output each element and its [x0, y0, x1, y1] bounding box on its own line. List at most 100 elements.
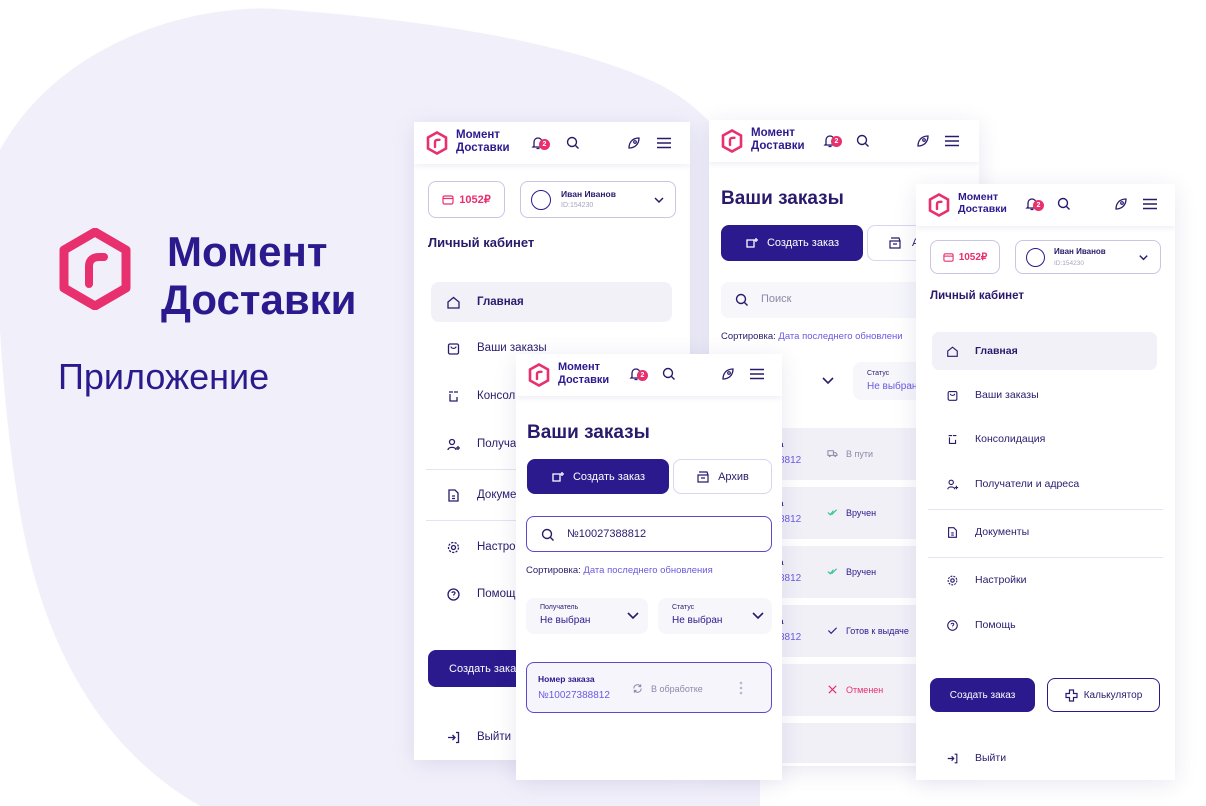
cabinet-title: Личный кабинет	[930, 290, 1024, 302]
menu-icon[interactable]	[944, 133, 960, 149]
archive-icon	[697, 470, 709, 483]
menu-icon[interactable]	[656, 135, 672, 151]
menu-icon[interactable]	[749, 366, 765, 382]
notification-badge: 2	[1033, 200, 1044, 211]
nav-label: Консолидация	[975, 433, 1046, 445]
logout-label: Выйти	[477, 731, 512, 743]
sort-value-link[interactable]: Дата последнего обновления	[583, 565, 712, 576]
nav-item-documents[interactable]: Докуме	[446, 475, 516, 515]
order-row-status: Вручен	[827, 566, 876, 577]
stage: Момент Доставки Приложение Момент Достав…	[0, 0, 1206, 806]
nav-label-home: Главная	[477, 296, 524, 308]
nav-item-5[interactable]: Настройки	[946, 561, 1027, 599]
check-icon	[827, 627, 838, 635]
logout-icon	[947, 753, 958, 763]
logo-text: Момент Доставки	[456, 129, 510, 154]
create-order-button[interactable]: Создать заказ	[527, 459, 669, 494]
nav-label: Документы	[975, 526, 1030, 538]
search-icon[interactable]	[565, 135, 581, 151]
nav-item-1[interactable]: Ваши заказы	[946, 376, 1039, 414]
rocket-icon[interactable]	[626, 135, 642, 151]
balance-button[interactable]: 1052₽	[930, 240, 1000, 274]
user-dropdown[interactable]: Иван Иванов ID:154230	[520, 181, 676, 218]
topbar: Момент Доставки 2	[516, 354, 782, 396]
logo-text: Момент Доставки	[751, 127, 805, 152]
home-icon	[947, 345, 958, 357]
user-dropdown[interactable]: Иван Иванов ID:154230	[1015, 240, 1161, 274]
order-card[interactable]: Номер заказа №10027388812 В обработке	[526, 662, 772, 713]
nav-item-3[interactable]: Получатели и адреса	[946, 465, 1079, 503]
wallet-icon	[943, 252, 954, 262]
nav-item-6[interactable]: Помощь	[946, 606, 1016, 644]
chevron-down-icon	[654, 197, 664, 204]
sort-caption: Сортировка:	[526, 565, 581, 576]
more-vertical-icon[interactable]	[733, 680, 749, 696]
nav-item-home[interactable]: Главная	[446, 282, 524, 322]
search-icon[interactable]	[661, 366, 677, 382]
bag-icon	[947, 390, 958, 401]
topbar: Момент Доставки 2	[414, 122, 690, 164]
user-name: Иван Иванов	[561, 189, 616, 199]
nav-item-0[interactable]: Главная	[946, 332, 1018, 370]
refresh-icon	[633, 684, 642, 693]
logo-icon	[928, 193, 950, 217]
brand-name: Момент Доставки	[161, 228, 356, 324]
sort-label: Сортировка: Дата последнего обновления	[526, 565, 713, 576]
logo-icon	[721, 129, 743, 153]
order-row-status-label: Отменен	[846, 684, 884, 695]
user-name: Иван Иванов	[1054, 247, 1106, 256]
rocket-icon[interactable]	[1113, 196, 1129, 212]
page-title: Ваши заказы	[721, 188, 844, 209]
recipient-filter-label: Получатель	[540, 604, 579, 611]
logout-button[interactable]: Выйти	[446, 717, 511, 757]
order-row-number: 8812	[779, 514, 802, 525]
rocket-icon[interactable]	[720, 366, 736, 382]
chevron-down-icon[interactable]	[820, 373, 836, 389]
bag-icon	[447, 342, 460, 355]
status-filter-value: Не выбран	[672, 615, 723, 626]
brand-name-line2: Доставки	[161, 276, 357, 323]
rocket-icon[interactable]	[915, 133, 931, 149]
brand-name-line1: Момент	[167, 228, 328, 275]
order-row-status-label: Вручен	[846, 507, 877, 518]
nav-label: Получатели и адреса	[975, 478, 1080, 490]
search-icon[interactable]	[855, 133, 871, 149]
nav-label: Главная	[975, 345, 1018, 357]
calculator-label: Калькулятор	[1083, 689, 1143, 701]
calculator-button[interactable]: Калькулятор	[1047, 678, 1160, 712]
logout-button[interactable]: Выйти	[946, 739, 1006, 777]
order-row-status: Отменен	[827, 684, 883, 695]
chevron-down-icon	[627, 612, 639, 620]
nav-item-help[interactable]: Помощ	[446, 574, 515, 614]
balance-button[interactable]: 1052₽	[428, 181, 505, 218]
search-icon[interactable]	[1056, 196, 1072, 212]
help-icon	[447, 587, 460, 601]
balance-value: 1052₽	[459, 194, 491, 206]
logout-icon	[448, 731, 460, 743]
nav-item-4[interactable]: Документы	[946, 513, 1029, 551]
brand-logo-icon	[59, 228, 131, 310]
recipient-filter[interactable]: Получатель Не выбран	[526, 598, 648, 634]
status-filter[interactable]: Статус Не выбран	[658, 598, 772, 634]
nav-item-recipients[interactable]: Получа	[446, 424, 516, 464]
nav-item-settings[interactable]: Настро	[446, 527, 516, 567]
menu-icon[interactable]	[1142, 196, 1158, 212]
logo-icon	[426, 131, 448, 155]
create-order-label: Создать заказ	[572, 470, 646, 483]
document-icon	[448, 488, 459, 502]
create-order-button[interactable]: Создать заказ	[930, 678, 1035, 712]
nav-item-consolidation[interactable]: Консол	[446, 376, 515, 416]
nav-item-2[interactable]: Консолидация	[946, 420, 1045, 458]
user-plus-icon	[447, 438, 460, 450]
nav-label: Ваши заказы	[975, 389, 1039, 401]
sort-value-link[interactable]: Дата последнего обновлени	[778, 331, 902, 342]
order-row-status: В пути	[827, 448, 873, 459]
logo-text: Момент Доставки	[558, 361, 610, 386]
close-icon	[828, 685, 837, 694]
document-icon	[948, 526, 957, 538]
create-order-button[interactable]: Создать заказ	[721, 225, 863, 261]
archive-button[interactable]: Архив	[673, 459, 772, 494]
status-filter-value: Не выбран	[867, 381, 918, 392]
search-input[interactable]: №10027388812	[526, 516, 772, 552]
home-icon	[447, 296, 460, 309]
